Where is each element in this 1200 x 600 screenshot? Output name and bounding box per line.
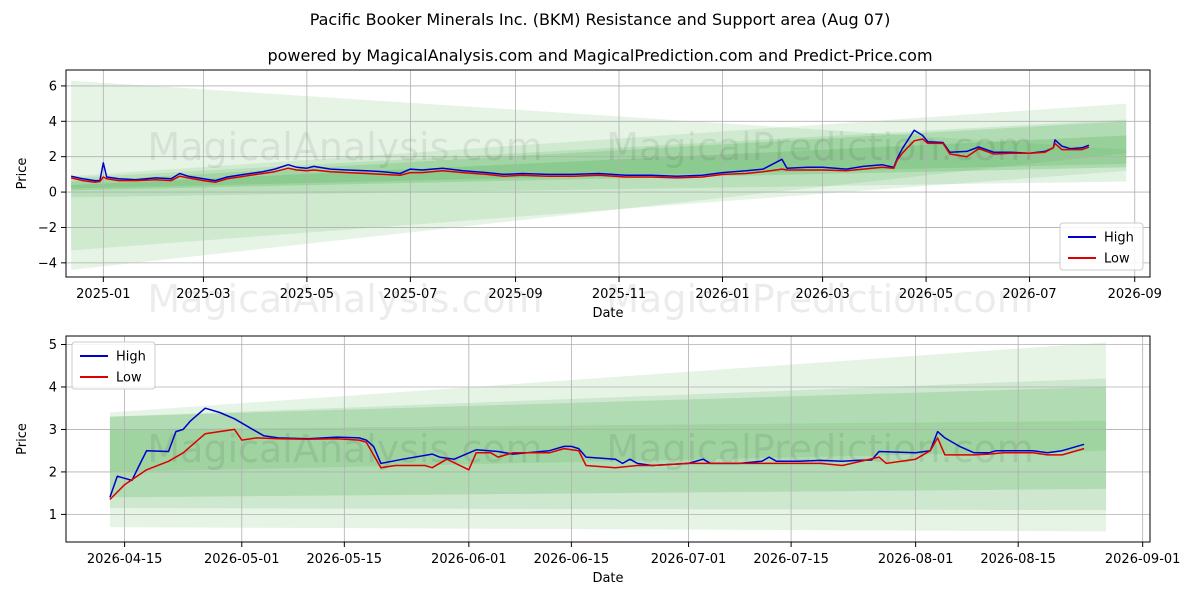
x-axis-label: Date	[592, 571, 623, 586]
x-tick-label: 2025-05	[280, 287, 334, 302]
x-tick-label: 2025-07	[383, 287, 437, 302]
y-axis-label: Price	[15, 423, 30, 455]
y-tick-label: 2	[49, 465, 57, 480]
x-tick-label: 2025-03	[176, 287, 230, 302]
x-tick-label: 2026-06-01	[431, 552, 507, 567]
y-tick-label: 4	[49, 380, 57, 395]
x-tick-label: 2026-07-01	[651, 552, 727, 567]
chart-canvas: MagicalAnalysis.com MagicalPrediction.com…	[15, 69, 1181, 586]
watermark: MagicalPrediction.com	[606, 125, 1034, 169]
x-tick-label: 2026-01	[695, 287, 749, 302]
y-tick-label: 1	[49, 508, 57, 523]
x-tick-label: 2025-01	[76, 287, 130, 302]
x-tick-label: 2026-05-15	[307, 552, 383, 567]
y-tick-label: 5	[49, 338, 57, 353]
x-tick-label: 2025-09	[488, 287, 542, 302]
x-tick-label: 2026-05	[899, 287, 953, 302]
x-tick-label: 2026-05-01	[204, 552, 280, 567]
x-axis-label: Date	[592, 306, 623, 321]
legend: High Low	[71, 341, 156, 390]
legend-label-low: Low	[1104, 252, 1130, 267]
y-tick-label: −2	[38, 221, 57, 236]
legend: High Low	[1059, 222, 1144, 271]
watermark: MagicalAnalysis.com	[147, 125, 542, 169]
y-tick-label: 0	[49, 186, 57, 201]
x-tick-label: 2026-09-01	[1105, 552, 1181, 567]
x-tick-label: 2026-08-15	[980, 552, 1056, 567]
legend-label-low: Low	[116, 371, 142, 386]
y-tick-label: −4	[38, 256, 57, 271]
y-tick-label: 4	[49, 115, 57, 130]
y-axis-label: Price	[15, 158, 30, 190]
legend-label-high: High	[1104, 231, 1134, 246]
x-tick-label: 2026-08-01	[878, 552, 954, 567]
x-tick-label: 2025-11	[592, 287, 646, 302]
y-tick-label: 6	[49, 79, 57, 94]
x-tick-label: 2026-03	[795, 287, 849, 302]
chart-panel-1: MagicalAnalysis.com MagicalPrediction.com…	[15, 69, 1162, 321]
y-tick-label: 2	[49, 150, 57, 165]
chart-panel-2: MagicalAnalysis.com MagicalPrediction.com…	[15, 335, 1181, 586]
x-tick-label: 2026-04-15	[87, 552, 163, 567]
x-tick-label: 2026-07	[1002, 287, 1056, 302]
x-tick-label: 2026-07-15	[753, 552, 829, 567]
x-tick-label: 2026-06-15	[534, 552, 610, 567]
x-tick-label: 2026-09	[1108, 287, 1162, 302]
y-tick-label: 3	[49, 423, 57, 438]
legend-label-high: High	[116, 350, 146, 365]
